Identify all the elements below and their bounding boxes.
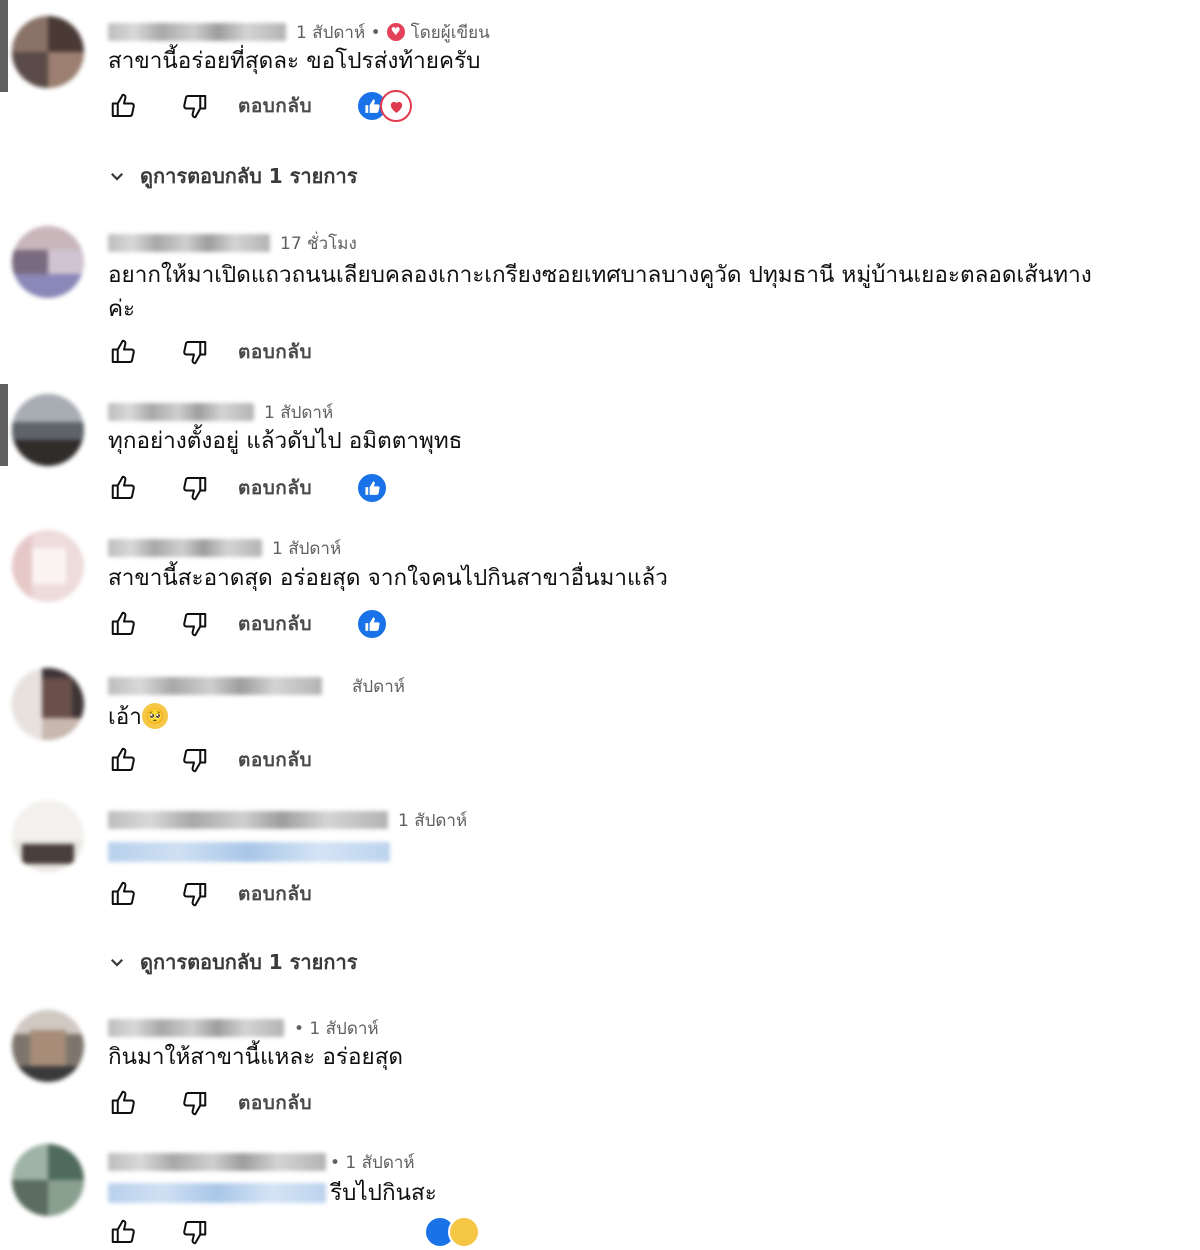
avatar[interactable] xyxy=(12,16,84,88)
comment-text: เอ้า 🥺 xyxy=(108,700,1118,734)
comment-text: สาขานี้อร่อยที่สุดละ ขอโปรส่งท้ายครับ xyxy=(108,48,481,74)
reply-button[interactable]: ตอบกลับ xyxy=(238,473,312,503)
comment-thread-marker xyxy=(0,0,8,92)
view-replies-label: ดูการตอบกลับ 1 รายการ xyxy=(140,950,358,974)
comment-text: สาขานี้สะอาดสุด อร่อยสุด จากใจคนไปกินสาข… xyxy=(108,565,668,591)
comment-time: สัปดาห์ xyxy=(352,676,405,697)
like-button[interactable] xyxy=(106,742,142,778)
comment-time: 1 สัปดาห์ xyxy=(272,538,342,559)
comment-time: 1 สัปดาห์ xyxy=(264,402,334,423)
author-name-redacted[interactable] xyxy=(108,403,254,421)
dislike-button[interactable] xyxy=(176,606,212,642)
avatar[interactable] xyxy=(12,226,84,298)
comment-text: อยากให้มาเปิดแถวถนนเลียบคลองเกาะเกรียงซอ… xyxy=(108,262,1092,322)
view-replies-button[interactable]: ดูการตอบกลับ 1 รายการ xyxy=(108,160,357,192)
like-button[interactable] xyxy=(106,334,142,370)
reply-button[interactable]: ตอบกลับ xyxy=(238,609,312,639)
like-button[interactable] xyxy=(106,606,142,642)
comment-time: 1 สัปดาห์ xyxy=(398,810,468,831)
reactions xyxy=(356,472,389,504)
author-badge-label: โดยผู้เขียน xyxy=(410,22,490,43)
author-name-redacted[interactable] xyxy=(108,1153,326,1171)
author-name-redacted[interactable] xyxy=(108,234,270,252)
like-reaction-icon xyxy=(356,472,389,504)
thumbs-down-icon xyxy=(183,95,207,119)
like-button[interactable] xyxy=(106,88,142,124)
thumbs-up-icon xyxy=(111,1090,135,1114)
avatar[interactable] xyxy=(12,1144,84,1216)
thumbs-up-icon xyxy=(111,747,135,771)
thumbs-down-icon xyxy=(183,613,207,637)
thumbs-up-icon xyxy=(111,93,135,117)
dislike-button[interactable] xyxy=(176,742,212,778)
thumbs-down-icon xyxy=(183,341,207,365)
reply-button[interactable]: ตอบกลับ xyxy=(238,1088,312,1118)
heart-reaction-icon xyxy=(380,90,413,122)
like-button[interactable] xyxy=(106,1214,142,1250)
view-replies-button[interactable]: ดูการตอบกลับ 1 รายการ xyxy=(108,946,357,978)
thumbs-up-icon xyxy=(111,1219,135,1243)
thumbs-up-icon xyxy=(111,339,135,363)
dislike-button[interactable] xyxy=(176,876,212,912)
comment-time: 1 สัปดาห์ • xyxy=(296,22,381,43)
comment-time: 17 ชั่วโมง xyxy=(280,233,357,254)
dislike-button[interactable] xyxy=(176,88,212,124)
comment-thread-marker xyxy=(0,384,8,466)
thumbs-up-icon xyxy=(111,881,135,905)
comment-text: รีบไปกินสะ xyxy=(330,1180,437,1206)
pleading-face-emoji-icon: 🥺 xyxy=(141,702,168,729)
comment-time: • 1 สัปดาห์ xyxy=(330,1152,415,1173)
reactions xyxy=(356,608,389,640)
chevron-down-icon xyxy=(110,958,124,967)
like-button[interactable] xyxy=(106,876,142,912)
avatar[interactable] xyxy=(12,394,84,466)
reply-button[interactable]: ตอบกลับ xyxy=(238,879,312,909)
avatar[interactable] xyxy=(12,800,84,872)
reactions xyxy=(424,1216,480,1248)
comment-text-redacted xyxy=(108,842,390,862)
view-replies-label: ดูการตอบกลับ 1 รายการ xyxy=(140,164,358,188)
chevron-down-icon xyxy=(110,172,124,181)
author-name-redacted[interactable] xyxy=(108,539,262,557)
dislike-button[interactable] xyxy=(176,1085,212,1121)
author-heart-badge: ♥ โดยผู้เขียน xyxy=(386,19,490,46)
comment-text: ทุกอย่างตั้งอยู่ แล้วดับไป อมิตตาพุทธ xyxy=(108,428,463,454)
reply-button[interactable]: ตอบกลับ xyxy=(238,91,312,121)
thumbs-down-icon xyxy=(183,477,207,501)
reactions xyxy=(356,90,413,122)
author-name-redacted[interactable] xyxy=(108,1019,284,1037)
avatar[interactable] xyxy=(12,1010,84,1082)
avatar[interactable] xyxy=(12,668,84,740)
avatar[interactable] xyxy=(12,530,84,602)
dislike-button[interactable] xyxy=(176,334,212,370)
comment-text-content: เอ้า xyxy=(108,704,142,730)
thumbs-down-icon xyxy=(183,1221,207,1245)
thumbs-up-icon xyxy=(111,475,135,499)
thumbs-down-icon xyxy=(183,1092,207,1116)
thumbs-down-icon xyxy=(183,883,207,907)
comment-time: • 1 สัปดาห์ xyxy=(294,1018,379,1039)
reply-button[interactable]: ตอบกลับ xyxy=(238,337,312,367)
emoji-reaction-icon xyxy=(448,1216,480,1248)
reply-button[interactable]: ตอบกลับ xyxy=(238,745,312,775)
like-reaction-icon xyxy=(356,608,389,640)
author-name-redacted[interactable] xyxy=(108,23,286,41)
dislike-button[interactable] xyxy=(176,470,212,506)
dislike-button[interactable] xyxy=(176,1214,212,1250)
comment-text-redacted xyxy=(108,1183,326,1203)
comment-text: กินมาให้สาขานี้แหละ อร่อยสุด xyxy=(108,1044,404,1070)
author-name-redacted[interactable] xyxy=(108,677,322,695)
author-name-redacted[interactable] xyxy=(108,811,388,829)
thumbs-up-icon xyxy=(111,611,135,635)
thumbs-down-icon xyxy=(183,749,207,773)
like-button[interactable] xyxy=(106,470,142,506)
heart-icon: ♥ xyxy=(386,23,405,41)
like-button[interactable] xyxy=(106,1085,142,1121)
